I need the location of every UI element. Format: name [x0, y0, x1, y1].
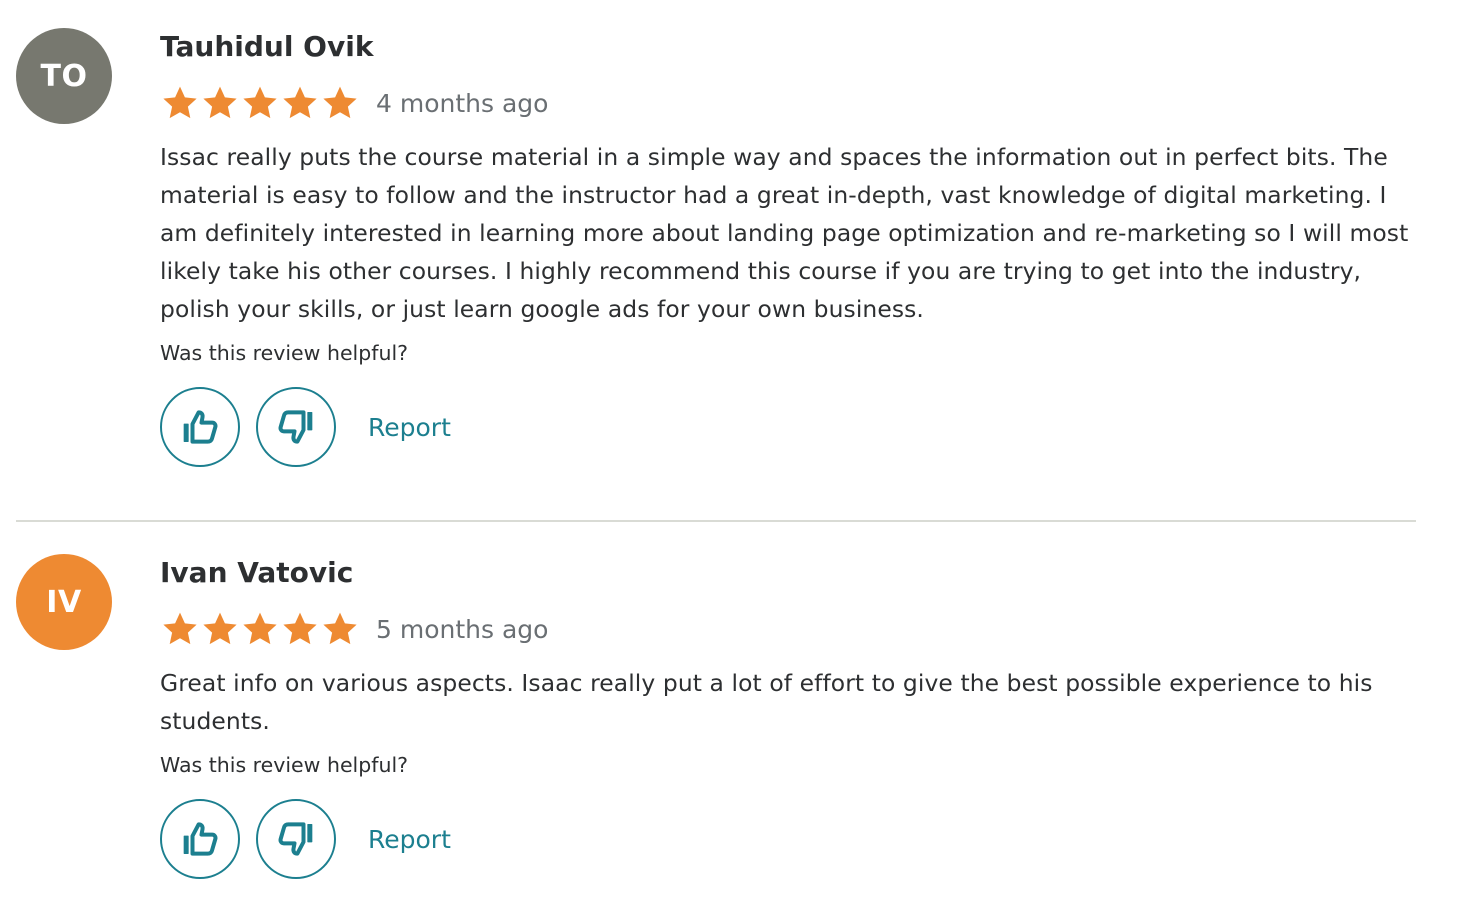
- review-list: TO Tauhidul Ovik 4 months ago Issac real…: [0, 0, 1465, 917]
- review-content: Ivan Vatovic 5 months ago Great info on …: [160, 554, 1422, 879]
- reviewer-name: Tauhidul Ovik: [160, 30, 374, 63]
- star-icon: [323, 86, 357, 119]
- star-icon: [163, 86, 197, 119]
- star-icon: [283, 612, 317, 645]
- reviewer-name: Ivan Vatovic: [160, 556, 354, 589]
- review-actions: Report: [160, 387, 1422, 467]
- thumbs-down-button[interactable]: [256, 387, 336, 467]
- helpful-prompt: Was this review helpful?: [160, 341, 409, 365]
- thumbs-down-icon: [278, 410, 313, 444]
- star-icon: [283, 86, 317, 119]
- review-actions: Report: [160, 799, 1422, 879]
- star-rating: [160, 83, 360, 123]
- star-icon: [163, 612, 197, 645]
- review-divider: [16, 520, 1416, 522]
- thumbs-up-icon: [183, 822, 218, 856]
- review-time: 4 months ago: [376, 88, 549, 118]
- thumbs-up-button[interactable]: [160, 799, 240, 879]
- star-icon: [203, 612, 237, 645]
- thumbs-up-button[interactable]: [160, 387, 240, 467]
- helpful-prompt: Was this review helpful?: [160, 753, 409, 777]
- star-icon: [323, 612, 357, 645]
- thumbs-down-icon: [278, 822, 313, 856]
- report-link[interactable]: Report: [368, 413, 451, 442]
- avatar: TO: [16, 28, 112, 124]
- avatar: IV: [16, 554, 112, 650]
- review-time: 5 months ago: [376, 614, 549, 644]
- rating-row: 5 months ago: [160, 609, 1422, 649]
- review-comment: Great info on various aspects. Isaac rea…: [160, 669, 1373, 735]
- star-rating: [160, 609, 360, 649]
- report-link[interactable]: Report: [368, 825, 451, 854]
- review-comment: Issac really puts the course material in…: [160, 143, 1409, 323]
- thumbs-down-button[interactable]: [256, 799, 336, 879]
- avatar-initials: IV: [46, 584, 82, 620]
- avatar-initials: TO: [40, 58, 88, 94]
- star-icon: [203, 86, 237, 119]
- star-icon: [243, 612, 277, 645]
- thumbs-up-icon: [183, 410, 218, 444]
- rating-row: 4 months ago: [160, 83, 1422, 123]
- review-content: Tauhidul Ovik 4 months ago Issac really …: [160, 28, 1422, 467]
- star-icon: [243, 86, 277, 119]
